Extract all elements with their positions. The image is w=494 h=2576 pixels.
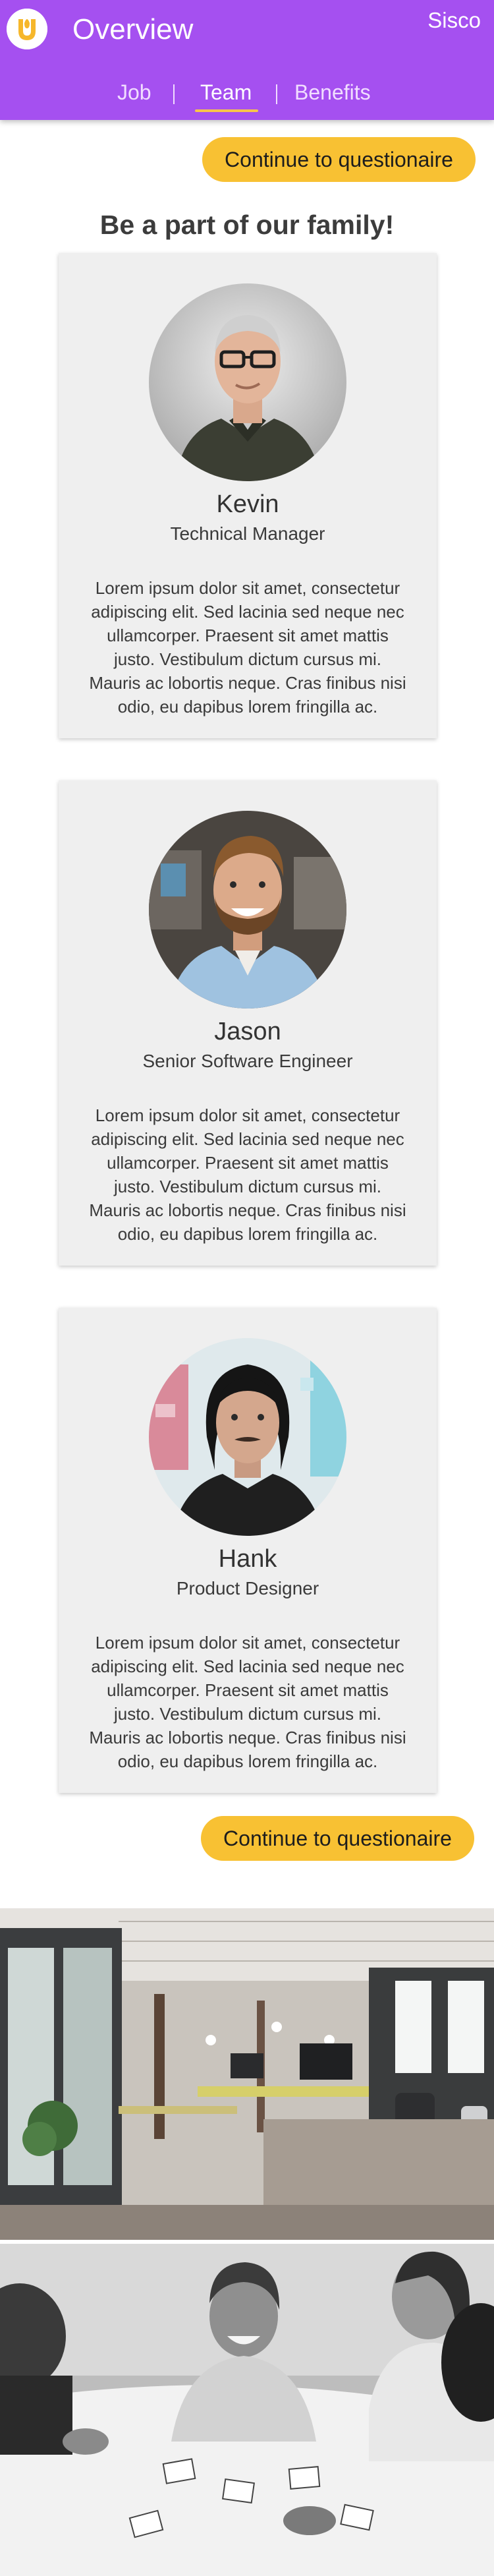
member-bio: Lorem ipsum dolor sit amet, consectetur … xyxy=(89,578,406,717)
active-tab-indicator xyxy=(195,109,258,112)
continue-to-questionnaire-button[interactable]: Continue to questionaire xyxy=(201,1816,474,1861)
continue-to-questionnaire-button[interactable]: Continue to questionaire xyxy=(202,137,476,182)
team-member-card: Hank Product Designer Lorem ipsum dolor … xyxy=(59,1308,437,1793)
team-member-card: Jason Senior Software Engineer Lorem ips… xyxy=(59,780,437,1266)
tab-benefits[interactable]: Benefits xyxy=(294,80,371,105)
tab-job[interactable]: Job xyxy=(117,80,151,105)
member-role: Senior Software Engineer xyxy=(142,1051,353,1071)
tab-divider xyxy=(173,84,175,104)
company-name: Sisco xyxy=(427,8,481,32)
avatar xyxy=(149,811,346,1009)
member-name: Kevin xyxy=(216,490,279,518)
team-meeting-photo xyxy=(0,2244,494,2576)
member-role: Product Designer xyxy=(176,1578,319,1598)
tab-team[interactable]: Team xyxy=(200,80,252,105)
tab-divider xyxy=(276,84,277,104)
team-member-card: Kevin Technical Manager Lorem ipsum dolo… xyxy=(59,253,437,738)
member-bio: Lorem ipsum dolor sit amet, consectetur … xyxy=(89,1105,406,1244)
page-title: Overview xyxy=(72,13,194,45)
section-heading: Be a part of our family! xyxy=(99,210,395,240)
member-name: Hank xyxy=(218,1545,277,1573)
member-name: Jason xyxy=(214,1018,281,1045)
tab-bar: Job Team Benefits xyxy=(0,78,494,112)
avatar xyxy=(149,283,346,481)
app-logo-icon[interactable] xyxy=(7,9,47,49)
member-bio: Lorem ipsum dolor sit amet, consectetur … xyxy=(89,1633,406,1771)
app-header: Overview Sisco Job Team Benefits xyxy=(0,0,494,120)
avatar xyxy=(149,1338,346,1536)
member-role: Technical Manager xyxy=(170,523,325,544)
office-photo xyxy=(0,1908,494,2240)
